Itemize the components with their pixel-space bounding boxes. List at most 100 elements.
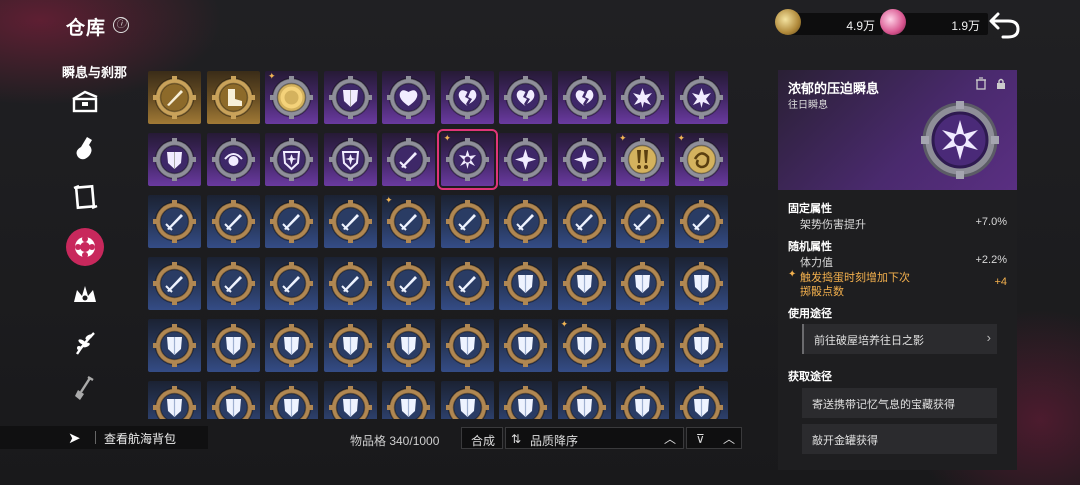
item-slot-selected[interactable]: ✦ xyxy=(436,129,498,190)
sword-icon xyxy=(387,138,430,181)
item-slot[interactable] xyxy=(206,319,260,372)
item-slot[interactable] xyxy=(499,319,552,372)
item-slot[interactable] xyxy=(557,195,611,248)
item-slot[interactable] xyxy=(382,381,435,419)
item-slot[interactable] xyxy=(148,133,201,186)
currency-gem[interactable]: 1.9万 xyxy=(880,9,988,35)
item-slot[interactable] xyxy=(148,195,201,248)
detail-header: 浓郁的压迫瞬息 往日瞬息 xyxy=(778,70,1017,190)
burst-icon xyxy=(679,76,723,119)
item-slot[interactable] xyxy=(323,319,377,372)
item-slot[interactable] xyxy=(382,133,435,186)
back-arrow-icon[interactable] xyxy=(988,10,1022,40)
shield-blue-icon xyxy=(621,386,664,419)
item-slot[interactable] xyxy=(499,381,552,419)
trash-icon[interactable] xyxy=(975,77,987,90)
compose-button[interactable]: 合成 xyxy=(461,427,503,449)
obtain-path-button[interactable]: 敲开金罐获得 xyxy=(802,424,997,454)
item-slot[interactable] xyxy=(557,133,611,186)
item-slot[interactable] xyxy=(206,381,260,419)
item-slot[interactable] xyxy=(440,319,494,372)
shield-blue-icon xyxy=(328,386,372,419)
page-title: 仓库 xyxy=(66,18,107,39)
usage-path-button[interactable]: 前往破屋培养往日之影 › xyxy=(802,324,997,354)
divider xyxy=(95,431,96,444)
special-attr-line2: 掷骰点数 xyxy=(800,286,844,298)
item-slot[interactable] xyxy=(616,71,669,124)
item-slot[interactable] xyxy=(265,133,318,186)
view-bag-button[interactable]: ➤ 查看航海背包 xyxy=(0,426,208,449)
item-slot[interactable] xyxy=(323,71,377,124)
lock-icon[interactable] xyxy=(995,77,1007,90)
item-slot[interactable] xyxy=(265,195,318,248)
item-slot[interactable] xyxy=(499,71,552,124)
gold-value: 4.9万 xyxy=(846,19,875,33)
category-scroll-frame-icon[interactable] xyxy=(66,178,104,216)
item-slot[interactable] xyxy=(674,381,728,419)
item-slot[interactable] xyxy=(674,319,728,372)
info-icon[interactable]: ⓘ xyxy=(113,17,129,33)
item-slot[interactable]: ✦ xyxy=(674,133,728,186)
item-slot[interactable] xyxy=(206,257,260,310)
item-slot[interactable] xyxy=(382,319,435,372)
item-slot[interactable] xyxy=(557,257,611,310)
item-slot[interactable] xyxy=(674,257,728,310)
item-slot[interactable] xyxy=(440,195,494,248)
item-slot[interactable] xyxy=(557,381,611,419)
item-slot[interactable]: ✦ xyxy=(265,71,318,124)
item-slot[interactable] xyxy=(148,257,201,310)
item-slot[interactable] xyxy=(674,71,728,124)
item-slot[interactable] xyxy=(323,381,377,419)
shield-blue-icon xyxy=(504,386,547,419)
item-slot[interactable] xyxy=(674,195,728,248)
star-shield-icon xyxy=(328,138,372,181)
item-slot[interactable] xyxy=(206,133,260,186)
item-slot[interactable] xyxy=(148,319,201,372)
item-slot[interactable] xyxy=(616,381,669,419)
item-slot[interactable] xyxy=(616,319,669,372)
sword-blue-icon xyxy=(328,200,372,243)
category-bottle-icon[interactable] xyxy=(66,130,104,168)
item-slot[interactable]: ✦ xyxy=(382,195,435,248)
item-slot[interactable] xyxy=(499,195,552,248)
item-slot[interactable] xyxy=(265,257,318,310)
sword-blue-icon xyxy=(270,262,313,305)
filter-button[interactable]: ⊽ ︿ xyxy=(686,427,742,449)
item-slot[interactable] xyxy=(440,71,494,124)
category-branch-icon[interactable] xyxy=(66,324,104,362)
item-slot[interactable] xyxy=(499,133,552,186)
category-chest-icon[interactable] xyxy=(66,83,104,121)
item-slot[interactable] xyxy=(557,71,611,124)
sort-dropdown[interactable]: ⇅ 品质降序 ︿ xyxy=(505,427,684,449)
obtain-title: 获取途径 xyxy=(788,371,832,383)
item-slot[interactable] xyxy=(382,257,435,310)
category-flower-badge-icon[interactable] xyxy=(66,228,104,266)
sword-blue-icon xyxy=(387,262,430,305)
item-slot[interactable] xyxy=(148,71,201,124)
shield-blue-icon xyxy=(679,262,723,305)
obtain-path-button[interactable]: 寄送携带记忆气息的宝藏获得 xyxy=(802,388,997,418)
item-slot[interactable] xyxy=(206,195,260,248)
item-slot[interactable]: ✦ xyxy=(557,319,611,372)
item-slot[interactable] xyxy=(148,381,201,419)
category-crown-icon[interactable] xyxy=(66,276,104,314)
item-slot[interactable] xyxy=(382,71,435,124)
category-shovel-icon[interactable] xyxy=(66,370,104,408)
new-badge-icon: ✦ xyxy=(619,133,627,143)
item-slot[interactable] xyxy=(616,195,669,248)
item-slot[interactable] xyxy=(323,257,377,310)
shield-blue-icon xyxy=(621,324,664,367)
item-slot[interactable] xyxy=(616,257,669,310)
item-slot[interactable] xyxy=(265,381,318,419)
item-slot[interactable] xyxy=(265,319,318,372)
fixed-attr-label: 架势伤害提升 xyxy=(800,219,866,231)
item-slot[interactable]: ✦ xyxy=(616,133,669,186)
item-slot[interactable] xyxy=(323,133,377,186)
item-slot[interactable] xyxy=(206,71,260,124)
item-slot[interactable] xyxy=(440,381,494,419)
currency-gold[interactable]: 4.9万 xyxy=(775,9,883,35)
item-slot[interactable] xyxy=(440,257,494,310)
item-slot[interactable] xyxy=(323,195,377,248)
item-slot[interactable] xyxy=(499,257,552,310)
sword-blue-icon xyxy=(153,200,196,243)
